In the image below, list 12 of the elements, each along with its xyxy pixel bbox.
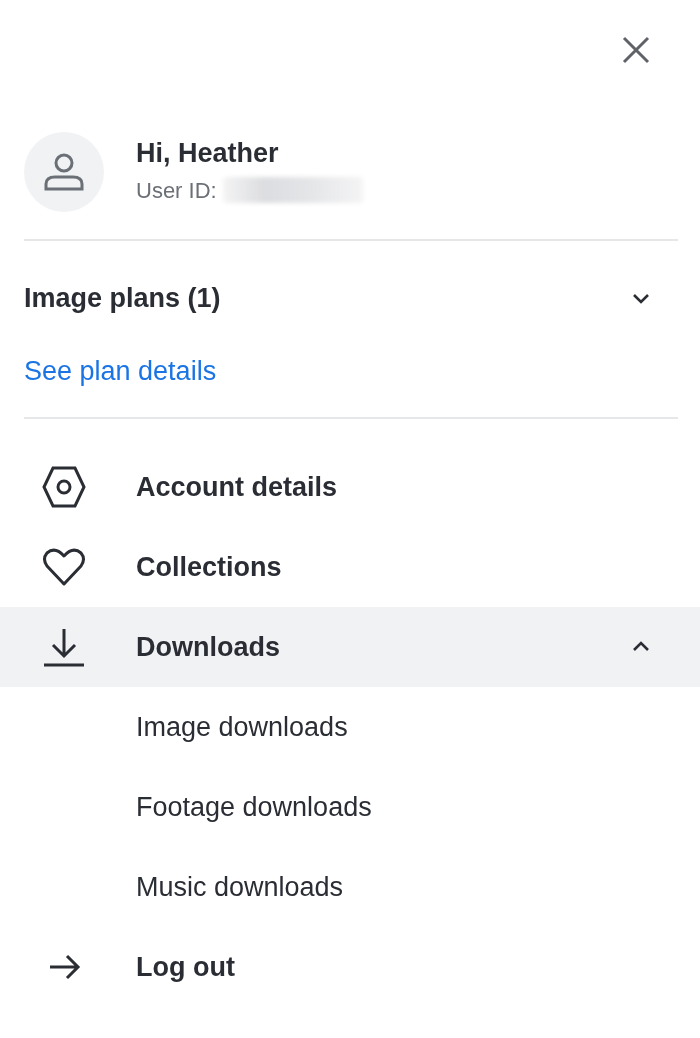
menu-item[interactable]: Account details	[0, 447, 700, 528]
plan-details-link[interactable]: See plan details	[24, 354, 217, 390]
greeting-text: Hi, Heather	[136, 137, 280, 170]
submenu-link[interactable]: Footage downloads	[0, 767, 700, 848]
plans-toggle[interactable]: Image plans (1)	[0, 241, 700, 355]
menu-item[interactable]: Collections	[0, 527, 700, 608]
menu-item[interactable]: Downloads	[0, 607, 700, 688]
submenu-link[interactable]: Image downloads	[0, 687, 700, 768]
user-id-label: User ID:	[136, 176, 217, 205]
submenu-link[interactable]: Music downloads	[0, 847, 700, 928]
menu-item[interactable]: Log out	[0, 927, 700, 1008]
settings-icon	[42, 465, 86, 510]
